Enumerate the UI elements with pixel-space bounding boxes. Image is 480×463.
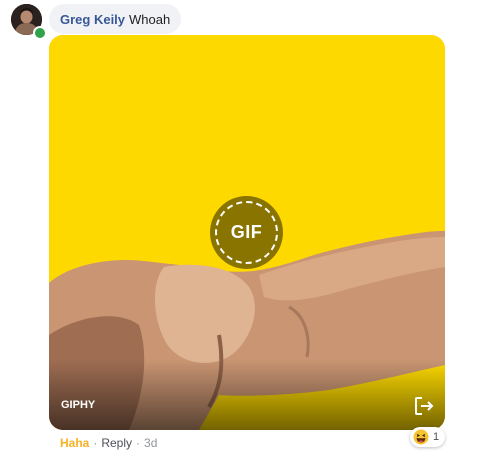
gif-bottom-gradient [49,360,445,430]
reaction-count: 1 [433,431,440,443]
haha-reaction-link[interactable]: Haha [60,436,89,450]
share-external-icon[interactable] [413,395,435,417]
online-status-dot [33,26,47,40]
gif-play-label: GIF [230,222,263,242]
reaction-summary[interactable]: 1 [410,427,446,447]
haha-emoji-icon [413,429,429,445]
comment-text: Whoah [129,11,171,27]
comment-actions: Haha · Reply · 3d [60,436,157,450]
reply-link[interactable]: Reply [101,436,132,450]
comment-bubble: Greg Keily Whoah [49,4,182,34]
gif-play-button[interactable]: GIF [210,196,283,269]
author-name-link[interactable]: Greg Keily [60,12,125,27]
comment-timestamp[interactable]: 3d [144,436,157,450]
giphy-attribution[interactable]: GIPHY [61,399,95,411]
gif-attachment[interactable]: GIF GIPHY [49,35,445,430]
separator-dot: · [136,436,141,450]
comment: Greg Keily Whoah GIF GIPHY Haha · Reply · 3d [0,0,480,463]
separator-dot: · [93,436,98,450]
